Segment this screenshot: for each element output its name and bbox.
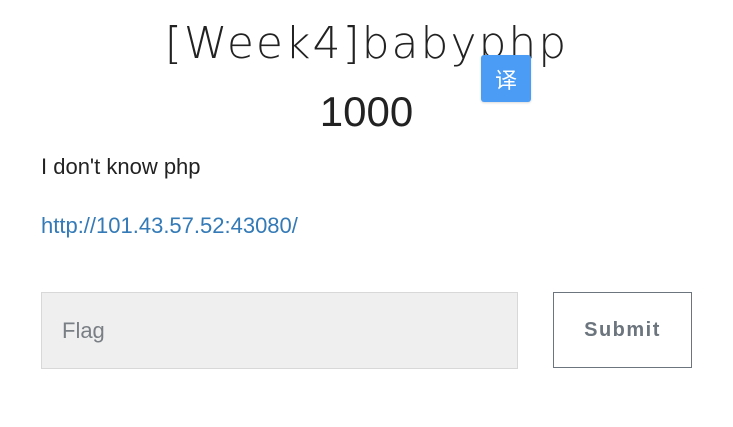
challenge-description: I don't know php (41, 154, 201, 179)
translate-button[interactable]: 译 (481, 55, 531, 102)
challenge-link[interactable]: http://101.43.57.52:43080/ (41, 212, 298, 240)
submit-button[interactable]: Submit (553, 292, 692, 368)
challenge-points: 1000 (319, 88, 414, 135)
challenge-title: [Week4]babyphp (164, 18, 569, 69)
flag-input[interactable] (41, 292, 518, 369)
challenge-page: [Week4]babyphp 1000 译 I don't know php h… (0, 0, 733, 427)
